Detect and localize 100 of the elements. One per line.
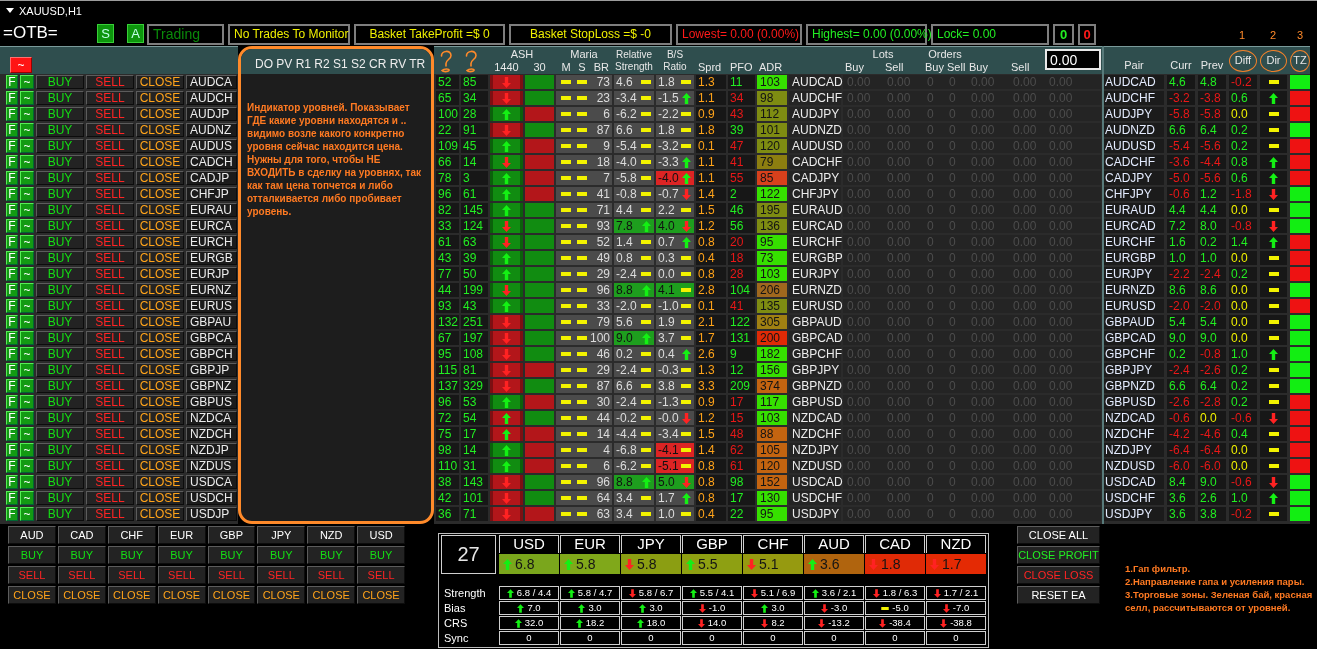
close-button[interactable]: CLOSE: [136, 187, 184, 201]
tilde-button[interactable]: ~: [20, 299, 34, 313]
buy-button[interactable]: BUY: [36, 411, 84, 425]
close-button[interactable]: CLOSE: [136, 459, 184, 473]
sell-button[interactable]: SELL: [207, 566, 256, 584]
close-button[interactable]: CLOSE: [136, 219, 184, 233]
close-button[interactable]: CLOSE: [136, 91, 184, 105]
f-button[interactable]: F: [6, 363, 18, 377]
tilde-button[interactable]: ~: [20, 347, 34, 361]
buy-button[interactable]: BUY: [57, 546, 106, 564]
sell-button[interactable]: SELL: [86, 491, 134, 505]
f-button[interactable]: F: [6, 507, 18, 521]
buy-button[interactable]: BUY: [207, 546, 256, 564]
currency-button[interactable]: GBP: [207, 526, 256, 544]
toggle-button[interactable]: A: [127, 24, 144, 43]
close-button[interactable]: CLOSE: [136, 251, 184, 265]
tilde-button[interactable]: ~: [20, 379, 34, 393]
action-button[interactable]: RESET EA: [1017, 586, 1100, 604]
sell-button[interactable]: SELL: [86, 171, 134, 185]
close-button[interactable]: CLOSE: [136, 395, 184, 409]
pair-button[interactable]: EURJP: [186, 267, 237, 281]
tilde-button[interactable]: ~: [20, 283, 34, 297]
currency-button[interactable]: CHF: [107, 526, 156, 544]
sell-button[interactable]: SELL: [86, 91, 134, 105]
pair-button[interactable]: EURGB: [186, 251, 237, 265]
f-button[interactable]: F: [6, 475, 18, 489]
pair-button[interactable]: AUDNZ: [186, 123, 237, 137]
buy-button[interactable]: BUY: [8, 546, 56, 564]
close-button[interactable]: CLOSE: [136, 203, 184, 217]
buy-button[interactable]: BUY: [36, 379, 84, 393]
f-button[interactable]: F: [6, 91, 18, 105]
toggle-button[interactable]: S: [97, 24, 114, 43]
tilde-button[interactable]: ~: [20, 91, 34, 105]
pair-button[interactable]: GBPNZ: [186, 379, 237, 393]
pair-button[interactable]: EURUS: [186, 299, 237, 313]
buy-button[interactable]: BUY: [36, 187, 84, 201]
close-button[interactable]: CLOSE: [8, 586, 56, 604]
close-button[interactable]: CLOSE: [136, 427, 184, 441]
close-button[interactable]: CLOSE: [136, 267, 184, 281]
tilde-button[interactable]: ~: [20, 267, 34, 281]
close-button[interactable]: CLOSE: [57, 586, 106, 604]
sell-button[interactable]: SELL: [86, 107, 134, 121]
sell-button[interactable]: SELL: [86, 155, 134, 169]
pair-button[interactable]: GBPCA: [186, 331, 237, 345]
sell-button[interactable]: SELL: [357, 566, 405, 584]
action-button[interactable]: CLOSE ALL: [1017, 526, 1100, 544]
f-button[interactable]: F: [6, 491, 18, 505]
amount-field[interactable]: 0.00: [1045, 49, 1101, 70]
tilde-button[interactable]: ~: [20, 443, 34, 457]
tilde-button[interactable]: ~: [20, 411, 34, 425]
close-button[interactable]: CLOSE: [136, 475, 184, 489]
close-button[interactable]: CLOSE: [357, 586, 405, 604]
buy-button[interactable]: BUY: [36, 219, 84, 233]
buy-button[interactable]: BUY: [36, 75, 84, 89]
f-button[interactable]: F: [6, 171, 18, 185]
currency-button[interactable]: NZD: [307, 526, 356, 544]
close-button[interactable]: CLOSE: [136, 347, 184, 361]
close-button[interactable]: CLOSE: [136, 379, 184, 393]
f-button[interactable]: F: [6, 331, 18, 345]
sell-button[interactable]: SELL: [86, 283, 134, 297]
f-button[interactable]: F: [6, 443, 18, 457]
sell-button[interactable]: SELL: [86, 443, 134, 457]
buy-button[interactable]: BUY: [36, 299, 84, 313]
sell-button[interactable]: SELL: [86, 251, 134, 265]
f-button[interactable]: F: [6, 155, 18, 169]
buy-button[interactable]: BUY: [36, 507, 84, 521]
buy-button[interactable]: BUY: [36, 91, 84, 105]
buy-button[interactable]: BUY: [36, 443, 84, 457]
sell-button[interactable]: SELL: [57, 566, 106, 584]
pair-button[interactable]: CADJP: [186, 171, 237, 185]
buy-button[interactable]: BUY: [36, 283, 84, 297]
sell-button[interactable]: SELL: [86, 187, 134, 201]
buy-button[interactable]: BUY: [36, 347, 84, 361]
close-button[interactable]: CLOSE: [136, 171, 184, 185]
buy-button[interactable]: BUY: [157, 546, 206, 564]
tilde-button[interactable]: ~: [20, 395, 34, 409]
pair-button[interactable]: CADCH: [186, 155, 237, 169]
currency-button[interactable]: CAD: [57, 526, 106, 544]
close-button[interactable]: CLOSE: [136, 299, 184, 313]
buy-button[interactable]: BUY: [36, 171, 84, 185]
f-button[interactable]: F: [6, 315, 18, 329]
buy-button[interactable]: BUY: [36, 315, 84, 329]
sell-button[interactable]: SELL: [86, 427, 134, 441]
pair-button[interactable]: USDCH: [186, 491, 237, 505]
tilde-button[interactable]: ~: [20, 123, 34, 137]
pair-button[interactable]: GBPUS: [186, 395, 237, 409]
f-button[interactable]: F: [6, 219, 18, 233]
buy-button[interactable]: BUY: [36, 203, 84, 217]
buy-button[interactable]: BUY: [357, 546, 405, 564]
buy-button[interactable]: BUY: [36, 139, 84, 153]
sell-button[interactable]: SELL: [86, 475, 134, 489]
close-button[interactable]: CLOSE: [136, 75, 184, 89]
buy-button[interactable]: BUY: [36, 235, 84, 249]
sell-button[interactable]: SELL: [86, 267, 134, 281]
sell-button[interactable]: SELL: [86, 139, 134, 153]
f-button[interactable]: F: [6, 459, 18, 473]
tilde-button[interactable]: ~: [20, 251, 34, 265]
pair-button[interactable]: NZDJP: [186, 443, 237, 457]
tilde-button[interactable]: ~: [20, 235, 34, 249]
tilde-button[interactable]: ~: [20, 139, 34, 153]
